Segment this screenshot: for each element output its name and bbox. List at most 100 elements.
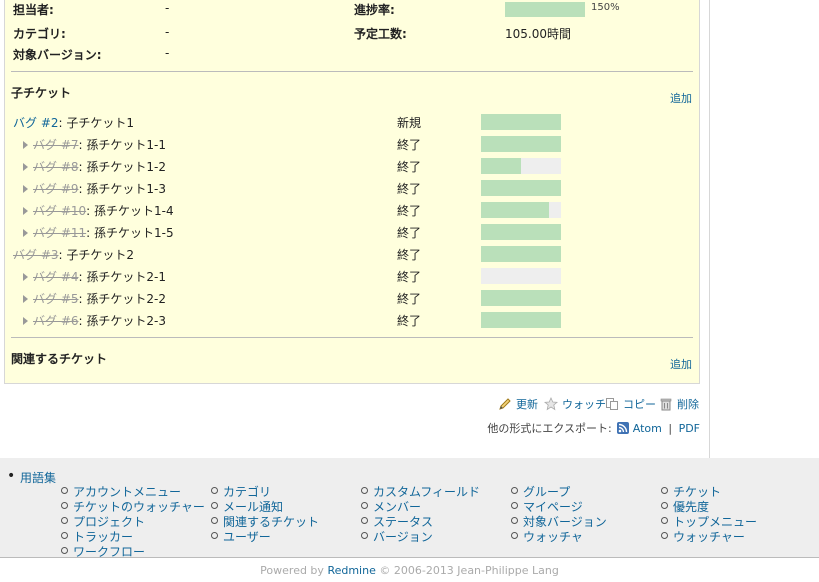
sitemap-link[interactable]: ウォッチャー [673, 530, 745, 544]
subtask-progress-fill [481, 224, 561, 240]
expander-arrow-icon [23, 229, 28, 237]
export-pdf-link[interactable]: PDF [679, 422, 700, 435]
subtask-row: バグ #2: 子チケット1 新規 [0, 111, 700, 133]
delete-link[interactable]: 削除 [677, 396, 699, 412]
copyright: © 2006-2013 Jean-Philippe Lang [375, 564, 559, 577]
subtask-status: 終了 [397, 270, 422, 284]
sitemap-link[interactable]: 関連するチケット [223, 515, 319, 529]
subtask-status: 終了 [397, 182, 422, 196]
subtask-link[interactable]: バグ #5 [33, 292, 79, 306]
relations-title: 関連するチケット [11, 352, 108, 366]
expander-arrow-icon [23, 295, 28, 303]
pencil-icon [499, 398, 511, 410]
edit-action[interactable]: 更新 [498, 396, 538, 412]
assignee-value: - [165, 1, 170, 15]
sitemap-link[interactable]: 対象バージョン [523, 515, 607, 529]
subtask-link[interactable]: バグ #4 [33, 270, 79, 284]
subtask-link[interactable]: バグ #7 [33, 138, 79, 152]
sitemap-link[interactable]: メンバー [373, 500, 421, 514]
subtask-row: バグ #7: 孫チケット1-1 終了 [0, 133, 700, 155]
progress-label: 進捗率: [354, 3, 395, 17]
subtask-progress-bar [481, 290, 561, 306]
glossary-link[interactable]: 用語集 [7, 468, 56, 486]
subtask-link[interactable]: バグ #10 [33, 204, 86, 218]
target-version-value: - [165, 46, 170, 60]
subtask-row: バグ #8: 孫チケット1-2 終了 [0, 155, 700, 177]
sitemap-item: 関連するチケット [210, 513, 319, 529]
subtask-row: バグ #11: 孫チケット1-5 終了 [0, 221, 700, 243]
subtask-title: : 孫チケット1-3 [78, 182, 166, 196]
subtask-link[interactable]: バグ #11 [33, 226, 86, 240]
copy-icon [606, 398, 618, 410]
subtask-link[interactable]: バグ #6 [33, 314, 79, 328]
export-atom-link[interactable]: Atom [633, 422, 662, 435]
subtask-title: : 孫チケット2-2 [78, 292, 166, 306]
edit-link[interactable]: 更新 [516, 396, 538, 412]
subtask-row: バグ #6: 孫チケット2-3 終了 [0, 309, 700, 331]
sitemap-item: ユーザー [210, 528, 319, 544]
sitemap-link[interactable]: チケットのウォッチャー [73, 500, 205, 514]
sitemap-item: カスタムフィールド [360, 483, 480, 499]
sitemap-item: プロジェクト [61, 513, 205, 529]
subtask-progress-bar [481, 312, 561, 328]
sitemap-item: 対象バージョン [511, 513, 607, 529]
sitemap-link[interactable]: カスタムフィールド [373, 485, 480, 499]
sitemap-link[interactable]: ステータス [373, 515, 433, 529]
subtask-link[interactable]: バグ #9 [33, 182, 79, 196]
subtasks-title: 子チケット [11, 86, 72, 100]
sitemap-column: カスタムフィールド メンバー ステータス バージョン [360, 483, 480, 544]
sitemap-item: チケットのウォッチャー [61, 498, 205, 514]
copy-action[interactable]: コピー [605, 396, 656, 412]
redmine-link[interactable]: Redmine [327, 564, 375, 577]
expander-arrow-icon [23, 185, 28, 193]
delete-action[interactable]: 削除 [659, 396, 699, 412]
subtask-title: : 孫チケット2-1 [78, 270, 166, 284]
trash-icon [660, 398, 672, 411]
sitemap-link[interactable]: グループ [523, 485, 570, 499]
assignee-label: 担当者: [13, 3, 54, 17]
sitemap-link[interactable]: カテゴリ [223, 485, 271, 499]
sitemap-link[interactable]: バージョン [373, 530, 433, 544]
subtask-progress-bar [481, 246, 561, 262]
sitemap-link[interactable]: マイページ [523, 500, 583, 514]
category-value: - [165, 25, 170, 39]
sitemap-link[interactable]: 優先度 [673, 500, 709, 514]
sitemap-link[interactable]: プロジェクト [73, 515, 145, 529]
divider [11, 337, 693, 338]
add-relation-link[interactable]: 追加 [670, 356, 692, 372]
watch-action[interactable]: ウォッチ [544, 396, 606, 412]
add-subtask-link[interactable]: 追加 [670, 90, 692, 106]
subtask-progress-fill [481, 114, 561, 130]
sitemap-item: アカウントメニュー [61, 483, 205, 499]
sitemap-link[interactable]: トップメニュー [673, 515, 757, 529]
sitemap-link[interactable]: トラッカー [73, 530, 133, 544]
subtask-link[interactable]: バグ #2 [13, 116, 59, 130]
sitemap-item: メール通知 [210, 498, 319, 514]
subtask-progress-fill [481, 246, 561, 262]
category-label: カテゴリ: [13, 27, 66, 41]
footer-rule [0, 557, 819, 558]
subtask-link[interactable]: バグ #8 [33, 160, 79, 174]
sitemap-item: カテゴリ [210, 483, 319, 499]
subtask-row: バグ #5: 孫チケット2-2 終了 [0, 287, 700, 309]
subtask-status: 終了 [397, 292, 422, 306]
expander-arrow-icon [23, 273, 28, 281]
progress-percent: 150% [591, 2, 620, 13]
expander-arrow-icon [23, 141, 28, 149]
subtask-progress-bar [481, 202, 561, 218]
sitemap-link[interactable]: ユーザー [223, 530, 271, 544]
sitemap-link[interactable]: チケット [673, 485, 721, 499]
sitemap-link[interactable]: アカウントメニュー [73, 485, 181, 499]
subtask-progress-bar [481, 114, 561, 130]
subtask-subject: バグ #5: 孫チケット2-2 [23, 290, 166, 307]
export-label: 他の形式にエクスポート: [487, 422, 612, 435]
sitemap-link[interactable]: メール通知 [223, 500, 283, 514]
subtask-link[interactable]: バグ #3 [13, 248, 59, 262]
watch-link[interactable]: ウォッチ [562, 396, 606, 412]
expander-arrow-icon [23, 317, 28, 325]
sitemap-item: ワークフロー [61, 543, 205, 559]
export-bar: 他の形式にエクスポート: Atom | PDF [487, 420, 700, 436]
copy-link[interactable]: コピー [623, 396, 656, 412]
subtask-status: 終了 [397, 226, 422, 240]
sitemap-link[interactable]: ウォッチャ [523, 530, 583, 544]
